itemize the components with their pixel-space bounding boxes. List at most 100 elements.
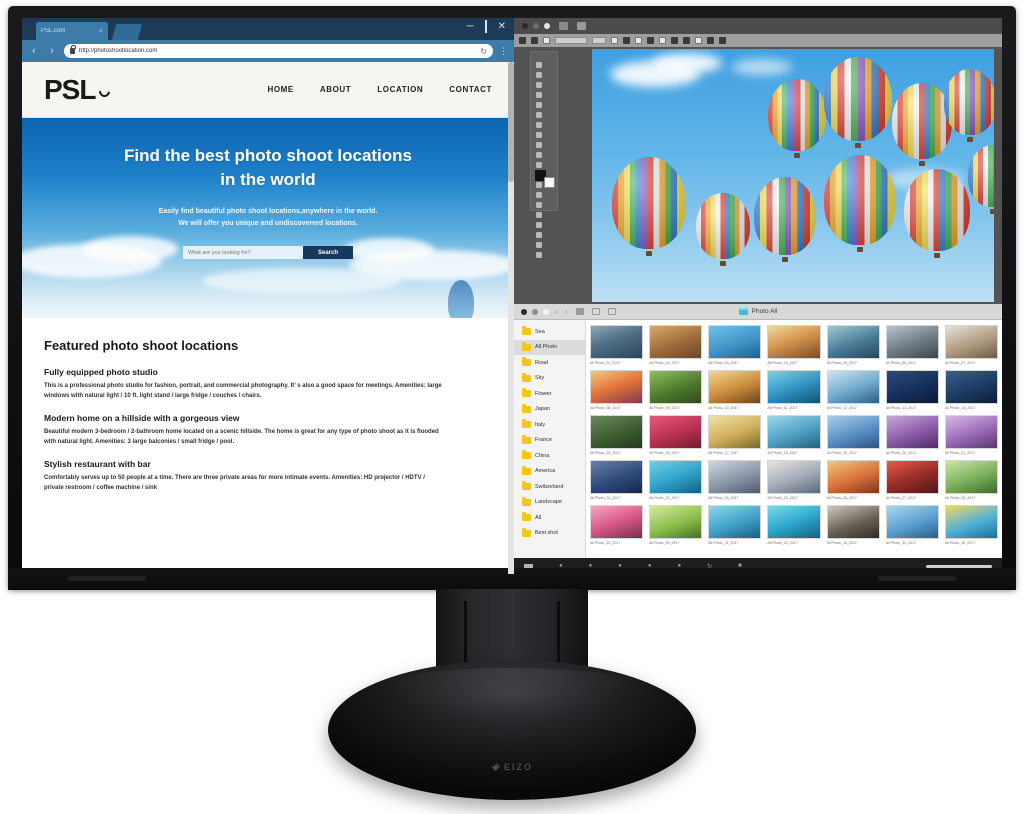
photo-thumbnail[interactable]: All Photo_01_2017 bbox=[590, 325, 644, 365]
photo-thumbnail-image[interactable] bbox=[944, 460, 998, 494]
photo-thumbnail[interactable]: All Photo_27_2017 bbox=[885, 460, 939, 500]
photo-thumbnail-image[interactable] bbox=[590, 370, 644, 404]
preset-picker-icon[interactable] bbox=[543, 37, 550, 44]
sidebar-folder-flower[interactable]: Flower bbox=[514, 386, 585, 402]
layout-single-icon[interactable] bbox=[559, 22, 568, 30]
minimize-icon[interactable] bbox=[467, 21, 474, 33]
photo-thumbnail-image[interactable] bbox=[649, 460, 703, 494]
sidebar-folder-america[interactable]: America bbox=[514, 464, 585, 480]
photo-thumbnail-image[interactable] bbox=[826, 415, 880, 449]
sidebar-folder-landscape[interactable]: Landscape bbox=[514, 495, 585, 511]
sidebar-folder-italy[interactable]: Italy bbox=[514, 417, 585, 433]
photo-thumbnail-image[interactable] bbox=[944, 415, 998, 449]
photo-thumbnail-image[interactable] bbox=[826, 505, 880, 539]
back-icon[interactable]: ‹ bbox=[28, 45, 40, 57]
nav-item-contact[interactable]: CONTACT bbox=[449, 85, 492, 94]
photo-thumbnail-image[interactable] bbox=[944, 505, 998, 539]
photo-thumbnail-image[interactable] bbox=[590, 460, 644, 494]
reload-icon[interactable]: ↻ bbox=[480, 47, 487, 56]
photo-thumbnail-image[interactable] bbox=[944, 325, 998, 359]
maximize-icon[interactable] bbox=[484, 20, 487, 33]
marquee-tool-icon[interactable] bbox=[533, 60, 545, 70]
hand-tool-icon[interactable] bbox=[533, 240, 545, 250]
photo-thumbnail[interactable]: All Photo_13_2017 bbox=[885, 370, 939, 410]
photo-thumbnail[interactable]: All Photo_14_2017 bbox=[944, 370, 998, 410]
photo-grid-wrapper[interactable]: All Photo_01_2017 All Photo_02_2017 All Ph… bbox=[586, 320, 1002, 558]
photo-thumbnail[interactable]: All Photo_21_2017 bbox=[944, 415, 998, 455]
sidebar-folder-china[interactable]: China bbox=[514, 448, 585, 464]
photo-thumbnail[interactable]: All Photo_24_2017 bbox=[708, 460, 762, 500]
photo-thumbnail-image[interactable] bbox=[590, 505, 644, 539]
photo-thumbnail[interactable]: All Photo_25_2017 bbox=[767, 460, 821, 500]
sidebar-folder-all[interactable]: All bbox=[514, 510, 585, 526]
search-button[interactable]: Search bbox=[303, 246, 353, 259]
editor-canvas-image[interactable] bbox=[592, 49, 994, 302]
photo-thumbnail-image[interactable] bbox=[590, 415, 644, 449]
search-input[interactable] bbox=[183, 246, 303, 259]
listing-item[interactable]: Fully equipped photo studio This is a pr… bbox=[44, 367, 492, 401]
sidebar-folder-best-shot[interactable]: Best shot bbox=[514, 526, 585, 542]
site-logo[interactable]: PSL bbox=[44, 74, 113, 106]
listing-item[interactable]: Stylish restaurant with bar Comfortably … bbox=[44, 459, 492, 493]
url-bar[interactable]: http://photoshootlocation.com ↻ bbox=[64, 44, 493, 58]
photo-thumbnail-image[interactable] bbox=[708, 415, 762, 449]
brush-size-slider[interactable] bbox=[555, 37, 587, 44]
layout-split-icon[interactable] bbox=[577, 22, 586, 30]
photo-thumbnail-image[interactable] bbox=[885, 325, 939, 359]
photo-thumbnail[interactable]: All Photo_22_2017 bbox=[590, 460, 644, 500]
photo-thumbnail[interactable]: All Photo_03_2017 bbox=[708, 325, 762, 365]
brush-tool-icon[interactable] bbox=[533, 130, 545, 140]
sidebar-folder-switzerland[interactable]: Switzerland bbox=[514, 479, 585, 495]
minimize-dot-icon[interactable] bbox=[533, 23, 539, 29]
photo-thumbnail-image[interactable] bbox=[826, 460, 880, 494]
kebab-menu-icon[interactable]: ⋮ bbox=[499, 46, 508, 55]
photo-thumbnail[interactable]: All Photo_15_2017 bbox=[590, 415, 644, 455]
photo-thumbnail[interactable]: All Photo_05_2017 bbox=[826, 325, 880, 365]
photo-thumbnail[interactable]: All Photo_02_2017 bbox=[649, 325, 703, 365]
photo-thumbnail[interactable]: All Photo_12_2017 bbox=[826, 370, 880, 410]
photo-thumbnail-image[interactable] bbox=[826, 325, 880, 359]
photo-thumbnail[interactable]: All Photo_20_2017 bbox=[885, 415, 939, 455]
nav-item-home[interactable]: HOME bbox=[267, 85, 293, 94]
photo-thumbnail[interactable]: All Photo_31_2017 bbox=[708, 505, 762, 545]
photo-thumbnail-image[interactable] bbox=[767, 325, 821, 359]
photo-thumbnail[interactable]: All Photo_23_2017 bbox=[649, 460, 703, 500]
photo-thumbnail[interactable]: All Photo_11_2017 bbox=[767, 370, 821, 410]
zoom-dot-icon[interactable] bbox=[544, 23, 550, 29]
type-tool-icon[interactable] bbox=[533, 210, 545, 220]
sidebar-folder-france[interactable]: France bbox=[514, 433, 585, 449]
color-swatches[interactable] bbox=[535, 170, 555, 188]
photo-thumbnail[interactable]: All Photo_29_2017 bbox=[590, 505, 644, 545]
path-tool-icon[interactable] bbox=[533, 220, 545, 230]
dodge-tool-icon[interactable] bbox=[533, 190, 545, 200]
sidebar-folder-japan[interactable]: Japan bbox=[514, 402, 585, 418]
blend-icon-3[interactable] bbox=[647, 37, 654, 44]
sidebar-folder-sea[interactable]: Sea bbox=[514, 324, 585, 340]
photo-thumbnail-image[interactable] bbox=[767, 370, 821, 404]
browser-tab-psl[interactable]: PSL.com × bbox=[36, 22, 108, 40]
photo-thumbnail[interactable]: All Photo_17_2017 bbox=[708, 415, 762, 455]
photo-thumbnail[interactable]: All Photo_08_2017 bbox=[590, 370, 644, 410]
photo-thumbnail-image[interactable] bbox=[649, 325, 703, 359]
blend-icon-2[interactable] bbox=[635, 37, 642, 44]
photo-thumbnail-image[interactable] bbox=[590, 325, 644, 359]
eyedropper-icon[interactable] bbox=[683, 37, 690, 44]
photo-thumbnail-image[interactable] bbox=[708, 505, 762, 539]
photo-thumbnail-image[interactable] bbox=[885, 415, 939, 449]
photo-thumbnail-image[interactable] bbox=[649, 370, 703, 404]
nav-item-about[interactable]: ABOUT bbox=[320, 85, 351, 94]
sidebar-folder-road[interactable]: Road bbox=[514, 355, 585, 371]
page-scrollbar-thumb[interactable] bbox=[508, 62, 514, 182]
listing-item[interactable]: Modern home on a hillside with a gorgeou… bbox=[44, 413, 492, 447]
photo-thumbnail[interactable]: All Photo_18_2017 bbox=[767, 415, 821, 455]
pen-tool-icon[interactable] bbox=[533, 200, 545, 210]
eraser-tool-icon[interactable] bbox=[533, 160, 545, 170]
photo-thumbnail[interactable]: All Photo_06_2017 bbox=[885, 325, 939, 365]
photo-thumbnail-image[interactable] bbox=[885, 460, 939, 494]
tab-close-icon[interactable]: × bbox=[99, 28, 103, 35]
crop-icon[interactable] bbox=[695, 37, 702, 44]
mode-icon[interactable] bbox=[611, 37, 618, 44]
chevron-down-icon[interactable] bbox=[519, 37, 526, 44]
export-icon[interactable] bbox=[707, 37, 714, 44]
photo-thumbnail-image[interactable] bbox=[767, 505, 821, 539]
